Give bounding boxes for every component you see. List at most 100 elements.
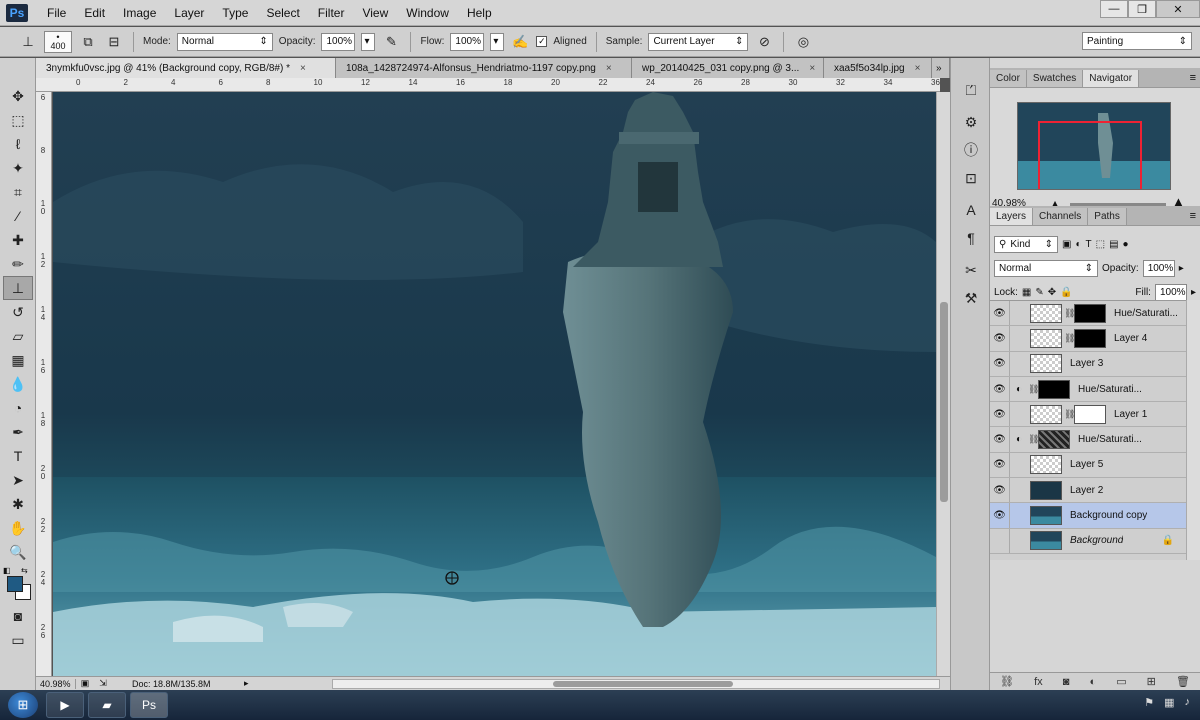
navigator-preview[interactable] — [1017, 102, 1171, 190]
menu-help[interactable]: Help — [458, 6, 501, 20]
vertical-scrollbar[interactable] — [936, 92, 950, 676]
blend-mode-select[interactable]: Normal ⇕ — [994, 259, 1098, 277]
minimize-button[interactable]: — — [1100, 0, 1128, 18]
paragraph-panel-icon[interactable]: ¶ — [954, 226, 988, 250]
tabs-overflow-button[interactable]: » — [932, 58, 950, 78]
brush-preset-picker[interactable]: • 400 — [44, 30, 72, 53]
pressure-opacity-icon[interactable]: ✎ — [381, 32, 401, 52]
layer-style-icon[interactable]: fx — [1034, 676, 1043, 688]
pen-tool-icon[interactable]: ✒ — [3, 420, 33, 444]
restore-button[interactable]: ❐ — [1128, 0, 1156, 18]
mask-link-icon[interactable]: ⛓ — [1064, 333, 1075, 344]
close-button[interactable]: ✕ — [1156, 0, 1200, 18]
layer-name[interactable]: Layer 2 — [1070, 485, 1103, 496]
lock-transparent-icon[interactable]: ▦ — [1022, 287, 1031, 298]
layer-name[interactable]: Hue/Saturati... — [1078, 384, 1142, 395]
character-panel-icon[interactable]: A — [954, 198, 988, 222]
horizontal-scrollbar[interactable] — [332, 679, 940, 689]
layer-row[interactable]: Background 🔒 — [990, 528, 1186, 554]
status-arrow-icon[interactable]: ▸ — [244, 678, 249, 689]
lock-all-icon[interactable]: 🔒 — [1060, 287, 1072, 298]
lasso-tool-icon[interactable]: ℓ — [3, 132, 33, 156]
menu-view[interactable]: View — [353, 6, 397, 20]
menu-window[interactable]: Window — [397, 6, 458, 20]
filter-toggle-icon[interactable]: ● — [1123, 239, 1129, 250]
clone-stamp-tool-preset-icon[interactable]: ⊥ — [18, 32, 38, 52]
brush-tool-icon[interactable]: ✏ — [3, 252, 33, 276]
media-player-taskbar-icon[interactable]: ▶ — [46, 692, 84, 718]
lock-position-icon[interactable]: ✥ — [1048, 287, 1056, 298]
layer-name[interactable]: Layer 1 — [1114, 409, 1147, 420]
mask-link-icon[interactable]: ⛓ — [1028, 384, 1039, 395]
menu-file[interactable]: File — [38, 6, 75, 20]
mode-select[interactable]: Normal ⇕ — [176, 32, 273, 51]
healing-brush-tool-icon[interactable]: ✚ — [3, 228, 33, 252]
filter-type-icon[interactable]: T — [1086, 239, 1092, 250]
visibility-eye-icon[interactable]: 👁 — [990, 452, 1010, 478]
filter-kind-select[interactable]: ⚲ Kind ⇕ — [994, 235, 1058, 253]
menu-edit[interactable]: Edit — [75, 6, 114, 20]
tab-document-4[interactable]: xaa5f5o34lp.jpg × — [824, 58, 932, 78]
quick-selection-tool-icon[interactable]: ✦ — [3, 156, 33, 180]
layer-row[interactable]: 👁 ◐ ⛓ Hue/Saturati... — [990, 376, 1186, 403]
layer-row[interactable]: 👁 Layer 3 — [990, 351, 1186, 377]
layer-name[interactable]: Background copy — [1070, 510, 1147, 521]
filter-adjustment-icon[interactable]: ◐ — [1075, 239, 1081, 250]
clone-source-panel-icon[interactable]: ⊡ — [954, 166, 988, 190]
visibility-eye-icon[interactable]: 👁 — [990, 427, 1010, 452]
export-icon[interactable]: ⇲ — [94, 678, 112, 689]
volume-icon[interactable]: ♪ — [1185, 696, 1191, 709]
lock-pixels-icon[interactable]: ✎ — [1035, 287, 1043, 298]
tab-layers[interactable]: Layers — [990, 208, 1034, 225]
tab-channels[interactable]: Channels — [1033, 208, 1089, 225]
document-canvas[interactable] — [53, 92, 936, 676]
layer-opacity-input[interactable]: 100% — [1142, 259, 1175, 277]
layer-name[interactable]: Hue/Saturati... — [1114, 308, 1178, 319]
zoom-tool-icon[interactable]: 🔍 — [3, 540, 33, 564]
status-menu-icon[interactable]: ▣ — [76, 678, 94, 689]
delete-layer-icon[interactable]: 🗑 — [1176, 675, 1190, 688]
foreground-color[interactable] — [7, 576, 23, 592]
visibility-eye-icon[interactable]: 👁 — [990, 326, 1010, 351]
photoshop-taskbar-icon[interactable]: Ps — [130, 692, 168, 718]
layer-name[interactable]: Hue/Saturati... — [1078, 434, 1142, 445]
color-swatches[interactable]: ◧ ⇆ — [3, 566, 32, 602]
filter-smart-object-icon[interactable]: ▤ — [1109, 239, 1118, 250]
brush-panel-icon[interactable]: ⚒ — [954, 286, 988, 310]
tab-document-2[interactable]: 108a_1428724974-Alfonsus_Hendriatmo-1197… — [336, 58, 632, 78]
flow-input[interactable]: 100% — [450, 32, 485, 51]
zoom-readout[interactable]: 40.98% — [36, 678, 76, 689]
history-panel-icon[interactable]: ⏍ — [954, 78, 988, 102]
layer-mask-thumbnail[interactable] — [1038, 430, 1070, 450]
new-layer-icon[interactable]: ⊞ — [1147, 675, 1156, 688]
tab-navigator[interactable]: Navigator — [1083, 70, 1140, 87]
opacity-arrow-icon[interactable]: ▸ — [1179, 263, 1184, 274]
crop-tool-icon[interactable]: ⌗ — [3, 180, 33, 204]
tab-swatches[interactable]: Swatches — [1026, 70, 1084, 87]
visibility-eye-icon[interactable] — [990, 528, 1010, 553]
move-tool-icon[interactable]: ✥ — [3, 84, 33, 108]
swap-colors-icon[interactable]: ⇆ — [21, 566, 28, 575]
visibility-eye-icon[interactable]: 👁 — [990, 351, 1010, 376]
close-icon[interactable]: × — [300, 63, 306, 74]
navigator-view-rect[interactable] — [1038, 121, 1142, 189]
layer-row[interactable]: 👁 ⛓ Layer 4 — [990, 326, 1186, 352]
quick-mask-icon[interactable]: ◙ — [3, 604, 33, 628]
filter-shape-icon[interactable]: ⬚ — [1096, 239, 1105, 250]
history-brush-tool-icon[interactable]: ↺ — [3, 300, 33, 324]
add-mask-icon[interactable]: ◙ — [1063, 676, 1070, 688]
start-button[interactable]: ⊞ — [8, 692, 38, 718]
close-icon[interactable]: × — [915, 63, 921, 74]
link-layers-icon[interactable]: ⛓ — [1000, 675, 1014, 688]
workspace-select[interactable]: Painting ⇕ — [1082, 32, 1192, 50]
visibility-eye-icon[interactable]: 👁 — [990, 402, 1010, 427]
close-icon[interactable]: × — [606, 63, 612, 74]
hand-tool-icon[interactable]: ✋ — [3, 516, 33, 540]
pressure-size-icon[interactable]: ◎ — [793, 32, 813, 52]
tab-document-3[interactable]: wp_20140425_031 copy.png @ 3... × — [632, 58, 824, 78]
layer-row[interactable]: 👁 Background copy — [990, 503, 1186, 529]
visibility-eye-icon[interactable]: 👁 — [990, 376, 1010, 402]
layer-mask-thumbnail[interactable] — [1038, 379, 1070, 399]
mask-link-icon[interactable]: ⛓ — [1064, 409, 1075, 420]
aligned-checkbox[interactable]: ✓ — [536, 36, 548, 47]
